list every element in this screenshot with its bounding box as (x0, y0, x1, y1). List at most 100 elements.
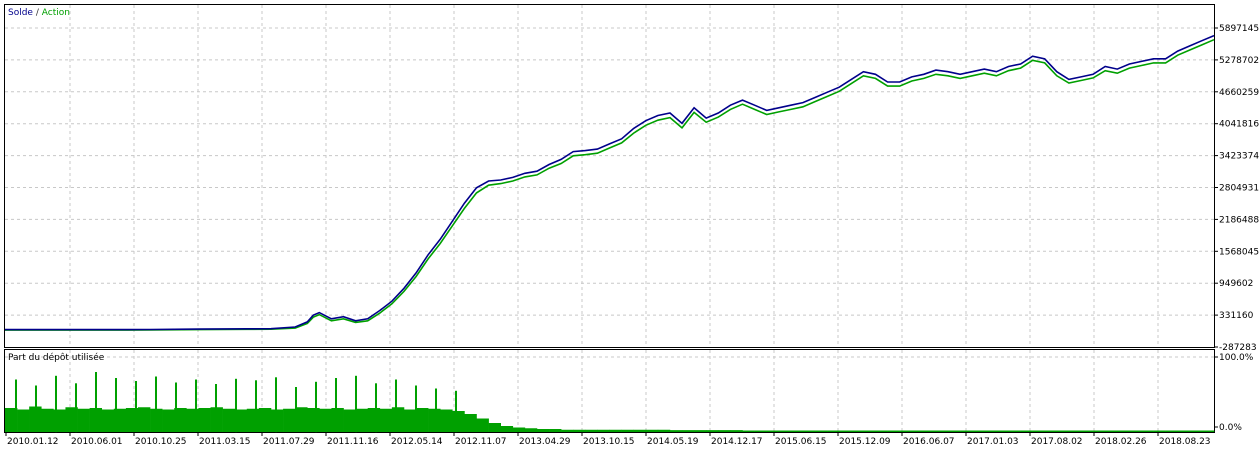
usage-bar (827, 430, 840, 432)
usage-bar (536, 429, 550, 432)
x-tick-label: 2012.11.07 (455, 437, 507, 447)
usage-bar (440, 409, 453, 432)
x-tick-label: 2014.05.19 (647, 437, 699, 447)
usage-bar (17, 409, 30, 432)
usage-spike (115, 378, 117, 432)
usage-bar (379, 408, 393, 432)
usage-bar (573, 429, 586, 432)
usage-bar (984, 430, 997, 432)
y-tick-label: 3423374 (1219, 152, 1259, 162)
usage-spike (435, 388, 437, 432)
usage-spike (375, 383, 377, 433)
usage-spike (55, 375, 57, 433)
usage-bar (1177, 430, 1191, 432)
usage-bar (452, 411, 465, 432)
x-tick-label: 2013.10.15 (583, 437, 635, 447)
usage-bar (887, 430, 900, 432)
usage-bar (101, 409, 115, 432)
usage-spike (15, 379, 17, 432)
usage-bar (488, 423, 501, 432)
usage-bar (391, 407, 405, 432)
usage-spike (235, 378, 237, 433)
x-tick-label: 2016.06.07 (903, 437, 955, 447)
usage-spike (135, 381, 137, 432)
usage-bar (669, 430, 683, 433)
y-tick-label: 949602 (1219, 279, 1253, 289)
usage-spike (315, 381, 317, 433)
usage-bar (754, 430, 767, 432)
usage-spike (155, 376, 157, 432)
usage-bar (1093, 430, 1106, 432)
usage-bar (512, 427, 526, 432)
usage-spike (415, 385, 417, 432)
usage-bar (996, 430, 1009, 432)
usage-bar (706, 430, 719, 433)
usage-bar (875, 430, 888, 432)
usage-bar (524, 428, 538, 432)
usage-bar (682, 430, 695, 433)
usage-bar (585, 429, 598, 432)
usage-bar (923, 430, 937, 432)
usage-bar (41, 408, 54, 432)
usage-bar (1020, 430, 1033, 432)
x-tick-label: 2017.01.03 (967, 437, 1019, 447)
usage-spike (175, 382, 177, 432)
usage-bar (1141, 430, 1154, 432)
legend-action: Action (42, 8, 70, 18)
usage-bar (1081, 430, 1094, 432)
usage-bar (802, 430, 816, 432)
usage-bar (331, 408, 344, 432)
usage-bar (1044, 430, 1058, 432)
usage-bar (633, 429, 647, 432)
usage-bar (1129, 430, 1142, 432)
usage-bar (500, 426, 514, 432)
usage-bar (162, 409, 175, 432)
usage-bar (694, 430, 707, 433)
x-tick-label: 2018.02.26 (1095, 437, 1147, 447)
usage-bar (246, 408, 260, 432)
x-tick-label: 2017.08.02 (1031, 437, 1083, 447)
usage-bar (416, 408, 429, 432)
usage-bar (597, 429, 610, 432)
usage-bar (1189, 430, 1203, 432)
usage-bar (270, 409, 284, 432)
usage-bar (428, 408, 441, 432)
usage-bar (645, 429, 659, 432)
legend-solde: Solde (8, 8, 33, 18)
usage-bar (815, 430, 828, 432)
usage-bar (742, 430, 755, 432)
usage-bar (343, 409, 356, 432)
usage-bar (960, 430, 973, 432)
sub-pane-title: Part du dépôt utilisée (8, 352, 105, 363)
usage-bar (621, 429, 634, 432)
usage-spike (275, 377, 277, 433)
x-tick-label: 2010.06.01 (71, 437, 123, 447)
usage-bar (403, 409, 417, 432)
usage-spike (335, 378, 337, 432)
usage-bar (367, 408, 381, 432)
usage-bar (730, 430, 743, 433)
x-tick-label: 2014.12.17 (711, 437, 763, 447)
usage-bar (222, 408, 236, 432)
x-tick-label: 2018.08.23 (1159, 437, 1211, 447)
x-tick-label: 2011.03.15 (199, 437, 251, 447)
usage-bar (863, 430, 876, 432)
legend: Solde / Action (8, 8, 70, 18)
usage-bar (1056, 430, 1070, 432)
legend-separator: / (33, 8, 42, 18)
x-tick-label: 2013.04.29 (519, 437, 571, 447)
usage-bar (198, 408, 211, 432)
x-tick-label: 2015.12.09 (839, 437, 891, 447)
usage-bar (464, 414, 477, 432)
x-tick-label: 2011.11.16 (327, 437, 379, 447)
usage-spike (395, 379, 397, 432)
usage-bar (657, 429, 671, 432)
usage-bar (1032, 430, 1046, 432)
x-tick-label: 2015.06.15 (775, 437, 827, 447)
x-tick-label: 2011.07.29 (263, 437, 315, 447)
usage-bar (1117, 430, 1130, 432)
sub-y-tick-label: 0.0% (1219, 423, 1242, 433)
usage-bar (1068, 430, 1082, 432)
y-tick-label: 2186488 (1219, 215, 1259, 225)
usage-bar (1008, 430, 1021, 432)
